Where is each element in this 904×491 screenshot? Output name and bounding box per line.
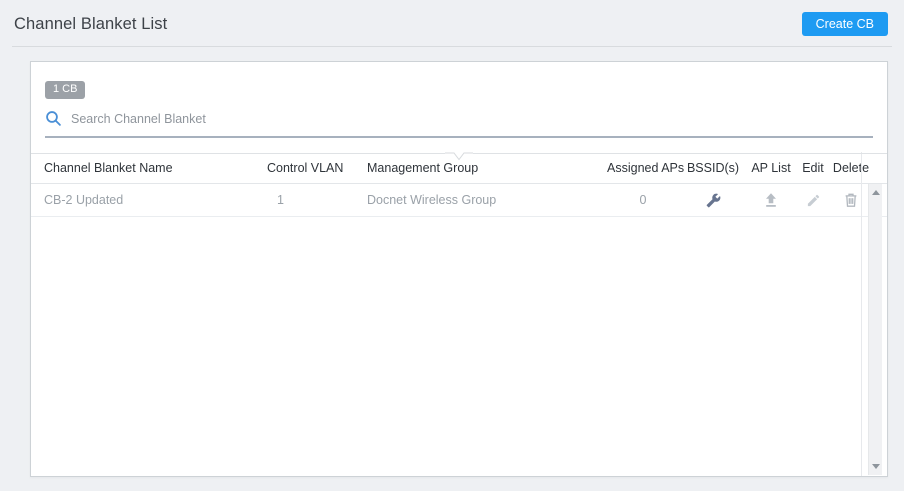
col-assigned-aps: Assigned APs (607, 161, 685, 175)
bssid-button[interactable] (679, 184, 747, 216)
scroll-up-icon[interactable] (871, 190, 880, 195)
delete-button[interactable] (831, 184, 871, 216)
col-bssids: BSSID(s) (686, 161, 740, 175)
cell-assigned-aps: 0 (639, 193, 647, 207)
collapse-divider (31, 152, 887, 161)
channel-blanket-panel: 1 CB Channel Blanket Name Control VLAN M… (30, 61, 888, 477)
col-ap-list: AP List (751, 161, 791, 175)
page-title: Channel Blanket List (14, 14, 168, 33)
col-channel-blanket-name: Channel Blanket Name (44, 161, 173, 175)
search-icon (46, 111, 61, 126)
search-bar (45, 110, 873, 138)
table-row: CB-2 Updated 1 Docnet Wireless Group 0 (31, 184, 887, 217)
create-cb-button[interactable]: Create CB (801, 12, 888, 36)
ap-list-button[interactable] (747, 184, 795, 216)
col-control-vlan: Control VLAN (267, 161, 344, 175)
chevron-down-notch-icon[interactable] (445, 152, 473, 161)
trash-icon (845, 193, 857, 207)
pencil-icon (807, 194, 819, 206)
col-management-group: Management Group (367, 161, 479, 175)
table-empty-area (31, 217, 887, 476)
scroll-down-icon[interactable] (871, 464, 880, 469)
col-edit: Edit (802, 161, 824, 175)
header-divider (12, 46, 892, 47)
cell-name: CB-2 Updated (44, 193, 124, 207)
badge-row: 1 CB (45, 79, 887, 99)
col-delete: Delete (832, 161, 870, 175)
search-input[interactable] (71, 110, 873, 127)
divider-line-right (473, 152, 887, 154)
divider-line-left (31, 152, 445, 154)
wrench-icon (706, 193, 720, 207)
vertical-scrollbar[interactable] (868, 184, 882, 475)
edit-button[interactable] (795, 184, 831, 216)
page-header: Channel Blanket List Create CB (0, 0, 904, 46)
table-right-border (861, 152, 862, 476)
cell-control-vlan: 1 (277, 193, 284, 207)
upload-icon (766, 193, 776, 207)
cb-count-badge: 1 CB (45, 81, 86, 99)
cell-management-group: Docnet Wireless Group (367, 193, 497, 207)
